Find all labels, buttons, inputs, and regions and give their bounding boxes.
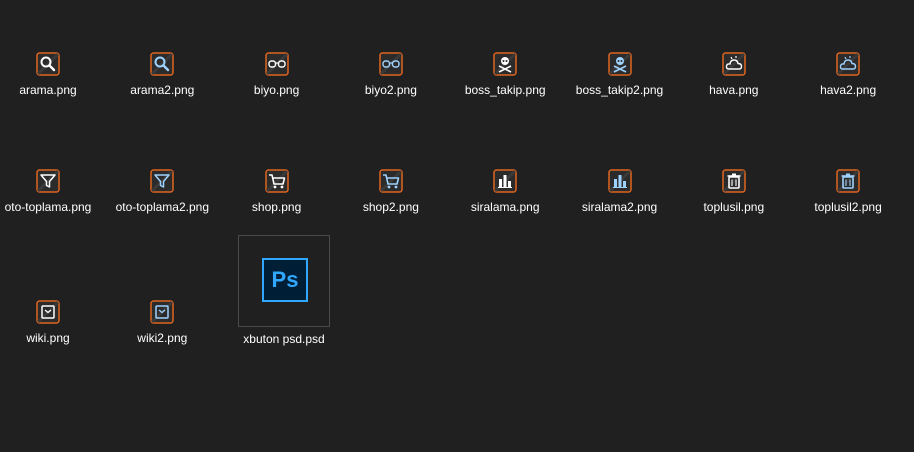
book-icon	[36, 300, 60, 324]
weather-cloud-icon	[836, 52, 860, 76]
file-explorer-grid: arama.png arama2.png biyo.png biyo2.png boss…	[0, 0, 914, 452]
file-name-label: wiki.png	[26, 331, 70, 345]
file-name-label: biyo.png	[253, 83, 300, 97]
file-name-label: toplusil.png	[703, 200, 765, 214]
photoshop-glyph: Ps	[271, 267, 299, 292]
file-name-label: xbuton psd.psd	[243, 332, 325, 346]
bar-chart-icon	[493, 169, 517, 193]
file-name-label: siralama2.png	[581, 200, 658, 214]
file-name-label: boss_takip.png	[464, 83, 546, 97]
file-name-label: shop.png	[251, 200, 302, 214]
weather-cloud-icon	[722, 52, 746, 76]
book-icon	[150, 300, 175, 324]
file-name-label: toplusil2.png	[814, 200, 882, 214]
file-name-label: biyo2.png	[364, 83, 417, 97]
file-name-label: arama.png	[19, 83, 77, 97]
skull-crossbones-icon	[493, 52, 517, 76]
shopping-cart-icon	[264, 169, 289, 193]
file-name-label: shop2.png	[362, 200, 419, 214]
selection-highlight: Ps	[238, 235, 330, 327]
trash-icon	[836, 169, 860, 193]
file-name-label: hava.png	[709, 83, 759, 97]
bar-chart-icon	[607, 169, 632, 193]
file-name-label: boss_takip2.png	[575, 83, 664, 97]
glasses-icon	[379, 52, 403, 76]
shopping-cart-icon	[379, 169, 403, 193]
file-name-label: arama2.png	[130, 83, 195, 97]
file-name-label: oto-toplama.png	[4, 200, 92, 214]
file-name-label: wiki2.png	[137, 331, 188, 345]
skull-crossbones-icon	[607, 52, 632, 76]
trash-icon	[722, 169, 746, 193]
search-icon	[36, 52, 60, 76]
funnel-icon	[150, 169, 175, 193]
file-name-label: hava2.png	[820, 83, 877, 97]
file-name-label: oto-toplama2.png	[115, 200, 209, 214]
photoshop-icon: Ps	[262, 258, 308, 302]
file-name-label: siralama.png	[470, 200, 540, 214]
funnel-icon	[36, 169, 60, 193]
search-icon	[150, 52, 175, 76]
glasses-icon	[264, 52, 289, 76]
